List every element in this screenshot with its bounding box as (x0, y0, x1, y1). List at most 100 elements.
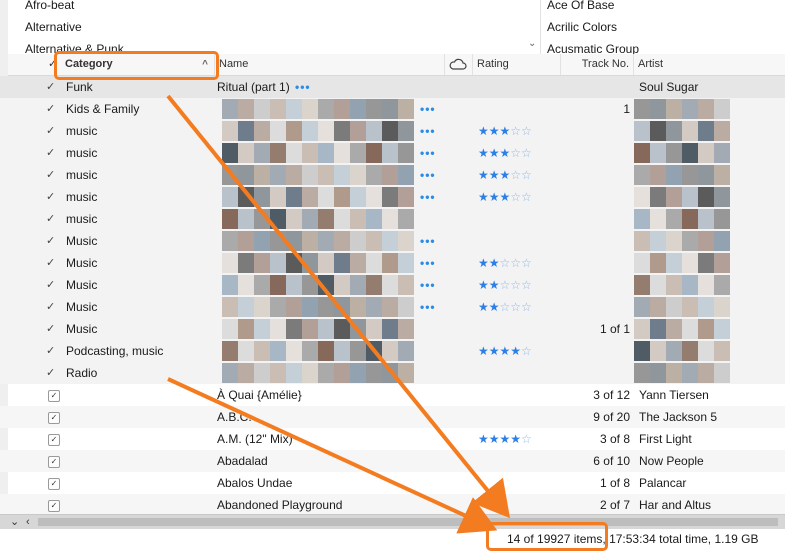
rating-stars[interactable]: ★★★☆☆ (478, 164, 562, 186)
rating-stars[interactable] (478, 318, 562, 340)
rating-stars[interactable]: ★★☆☆☆ (478, 252, 562, 274)
checkmark-icon[interactable]: ✓ (46, 340, 60, 362)
track-row[interactable]: ✓ A.B.C. 9 of 20 The Jackson 5 (0, 406, 785, 428)
chevron-down-icon[interactable]: ⌄ (10, 515, 19, 529)
rating-stars[interactable] (478, 450, 562, 472)
rating-stars[interactable]: ★★★☆☆ (478, 186, 562, 208)
artist-cell: First Light (639, 432, 692, 446)
checkmark-icon[interactable]: ✓ (46, 318, 60, 340)
checkmark-icon[interactable]: ✓ (46, 296, 60, 318)
rating-stars[interactable]: ★★☆☆☆ (478, 274, 562, 296)
cloud-icon (449, 58, 467, 70)
checkmark-icon[interactable]: ✓ (46, 274, 60, 296)
category-group-row[interactable]: ✓ music ••• ★★★☆☆ (0, 186, 785, 208)
checkmark-icon[interactable]: ✓ (46, 98, 60, 120)
category-group-row[interactable]: ✓ Music ••• ★★☆☆☆ (0, 296, 785, 318)
header-cloud[interactable] (445, 54, 473, 75)
track-row[interactable]: ✓ Abandoned Playground 2 of 7 Har and Altus (0, 494, 785, 516)
category-group-row[interactable]: ✓ music ••• ★★★☆☆ (0, 142, 785, 164)
more-options-icon[interactable]: ••• (420, 296, 442, 318)
rating-stars[interactable]: ★★★☆☆ (478, 120, 562, 142)
genre-item[interactable]: Alternative (25, 16, 82, 38)
category-group-row[interactable]: ✓ Kids & Family ••• 1 (0, 98, 785, 120)
header-check[interactable]: ✓ (0, 54, 57, 75)
rating-stars[interactable]: ★★★★☆ (478, 428, 562, 450)
checkmark-icon[interactable]: ✓ (46, 208, 60, 230)
category-group-row[interactable]: ✓ Music ••• ★★☆☆☆ (0, 274, 785, 296)
header-rating[interactable]: Rating (473, 54, 561, 75)
category-group-row[interactable]: ✓ Music 1 of 1 (0, 318, 785, 340)
more-options-icon[interactable]: ••• (420, 142, 442, 164)
artist-item[interactable]: Acusmatic Group (547, 38, 639, 54)
checkmark-icon[interactable]: ✓ (46, 164, 60, 186)
checkmark-icon[interactable]: ✓ (46, 362, 60, 384)
rating-stars[interactable] (478, 406, 562, 428)
more-options-icon[interactable]: ••• (420, 186, 442, 208)
more-options-icon[interactable]: ••• (420, 274, 442, 296)
rating-stars[interactable]: ★★★★☆ (478, 340, 562, 362)
category-cell: Music (66, 234, 98, 248)
track-checkbox[interactable]: ✓ (48, 434, 60, 446)
checkmark-icon[interactable]: ✓ (46, 120, 60, 142)
genre-item[interactable]: Afro-beat (25, 0, 74, 16)
horizontal-scrollbar[interactable]: ⌄ ‹ (0, 514, 785, 529)
scroll-left-icon[interactable]: ‹ (26, 515, 30, 529)
rating-stars[interactable] (478, 98, 562, 120)
rating-stars[interactable]: ★★☆☆☆ (478, 296, 562, 318)
rating-stars[interactable] (478, 384, 562, 406)
rating-stars[interactable] (478, 230, 562, 252)
rating-stars[interactable] (478, 208, 562, 230)
more-options-icon[interactable]: ••• (420, 230, 442, 252)
header-artist[interactable]: Artist (634, 54, 785, 75)
more-options-icon[interactable]: ••• (420, 120, 442, 142)
chevron-down-icon[interactable]: ⌄ (528, 38, 536, 49)
scrollbar-thumb[interactable] (38, 518, 778, 526)
category-group-row[interactable]: ✓ music (0, 208, 785, 230)
category-cell: Music (66, 256, 98, 270)
track-no-cell (561, 76, 630, 98)
header-track-no[interactable]: Track No. (561, 54, 634, 75)
blurred-thumbnail (634, 341, 730, 361)
rating-stars[interactable] (478, 494, 562, 516)
more-options-icon[interactable]: ••• (295, 76, 317, 98)
artist-browser-column[interactable]: Ace Of Base Acrilic Colors Acusmatic Gro… (541, 0, 785, 54)
artist-item[interactable]: Ace Of Base (547, 0, 614, 16)
rating-stars[interactable] (478, 472, 562, 494)
category-group-row[interactable]: ✓ music ••• ★★★☆☆ (0, 120, 785, 142)
track-checkbox[interactable]: ✓ (48, 500, 60, 512)
checkmark-icon[interactable]: ✓ (46, 230, 60, 252)
more-options-icon[interactable]: ••• (420, 164, 442, 186)
category-group-row[interactable]: ✓ Music ••• (0, 230, 785, 252)
category-cell: Radio (66, 366, 98, 380)
track-checkbox[interactable]: ✓ (48, 478, 60, 490)
track-row[interactable]: ✓ Abadalad 6 of 10 Now People (0, 450, 785, 472)
more-options-icon[interactable]: ••• (420, 252, 442, 274)
track-row[interactable]: ✓ À Quai {Amélie} 3 of 12 Yann Tiersen (0, 384, 785, 406)
track-row[interactable]: ✓ A.M. (12" Mix) ★★★★☆ 3 of 8 First Light (0, 428, 785, 450)
category-group-row[interactable]: ✓ music ••• ★★★☆☆ (0, 164, 785, 186)
blurred-thumbnail (222, 165, 414, 185)
status-bar: 14 of 19927 items, 17:53:34 total time, … (0, 529, 785, 551)
checkmark-icon[interactable]: ✓ (46, 142, 60, 164)
header-name[interactable]: Name (215, 54, 445, 75)
rating-stars[interactable] (478, 76, 562, 98)
more-options-icon[interactable]: ••• (420, 98, 442, 120)
track-no-cell: 1 of 1 (599, 322, 630, 336)
track-checkbox[interactable]: ✓ (48, 456, 60, 468)
checkmark-icon[interactable]: ✓ (46, 252, 60, 274)
category-group-row[interactable]: ✓ Radio (0, 362, 785, 384)
blurred-thumbnail (634, 297, 730, 317)
rating-stars[interactable]: ★★★☆☆ (478, 142, 562, 164)
category-group-row[interactable]: ✓ Podcasting, music ★★★★☆ (0, 340, 785, 362)
track-checkbox[interactable]: ✓ (48, 412, 60, 424)
track-checkbox[interactable]: ✓ (48, 390, 60, 402)
rating-stars[interactable] (478, 362, 562, 384)
track-list[interactable]: ✓ Funk Ritual (part 1) ••• Soul Sugar ✓ Kids &… (0, 76, 785, 516)
category-group-row[interactable]: ✓ Music ••• ★★☆☆☆ (0, 252, 785, 274)
track-row[interactable]: ✓ Abalos Undae 1 of 8 Palancar (0, 472, 785, 494)
artist-item[interactable]: Acrilic Colors (547, 16, 617, 38)
name-cell: A.B.C. (217, 410, 252, 424)
genre-browser-column[interactable]: Afro-beat Alternative Alternative & Punk… (0, 0, 541, 54)
checkmark-icon[interactable]: ✓ (46, 186, 60, 208)
blurred-thumbnail (634, 275, 730, 295)
